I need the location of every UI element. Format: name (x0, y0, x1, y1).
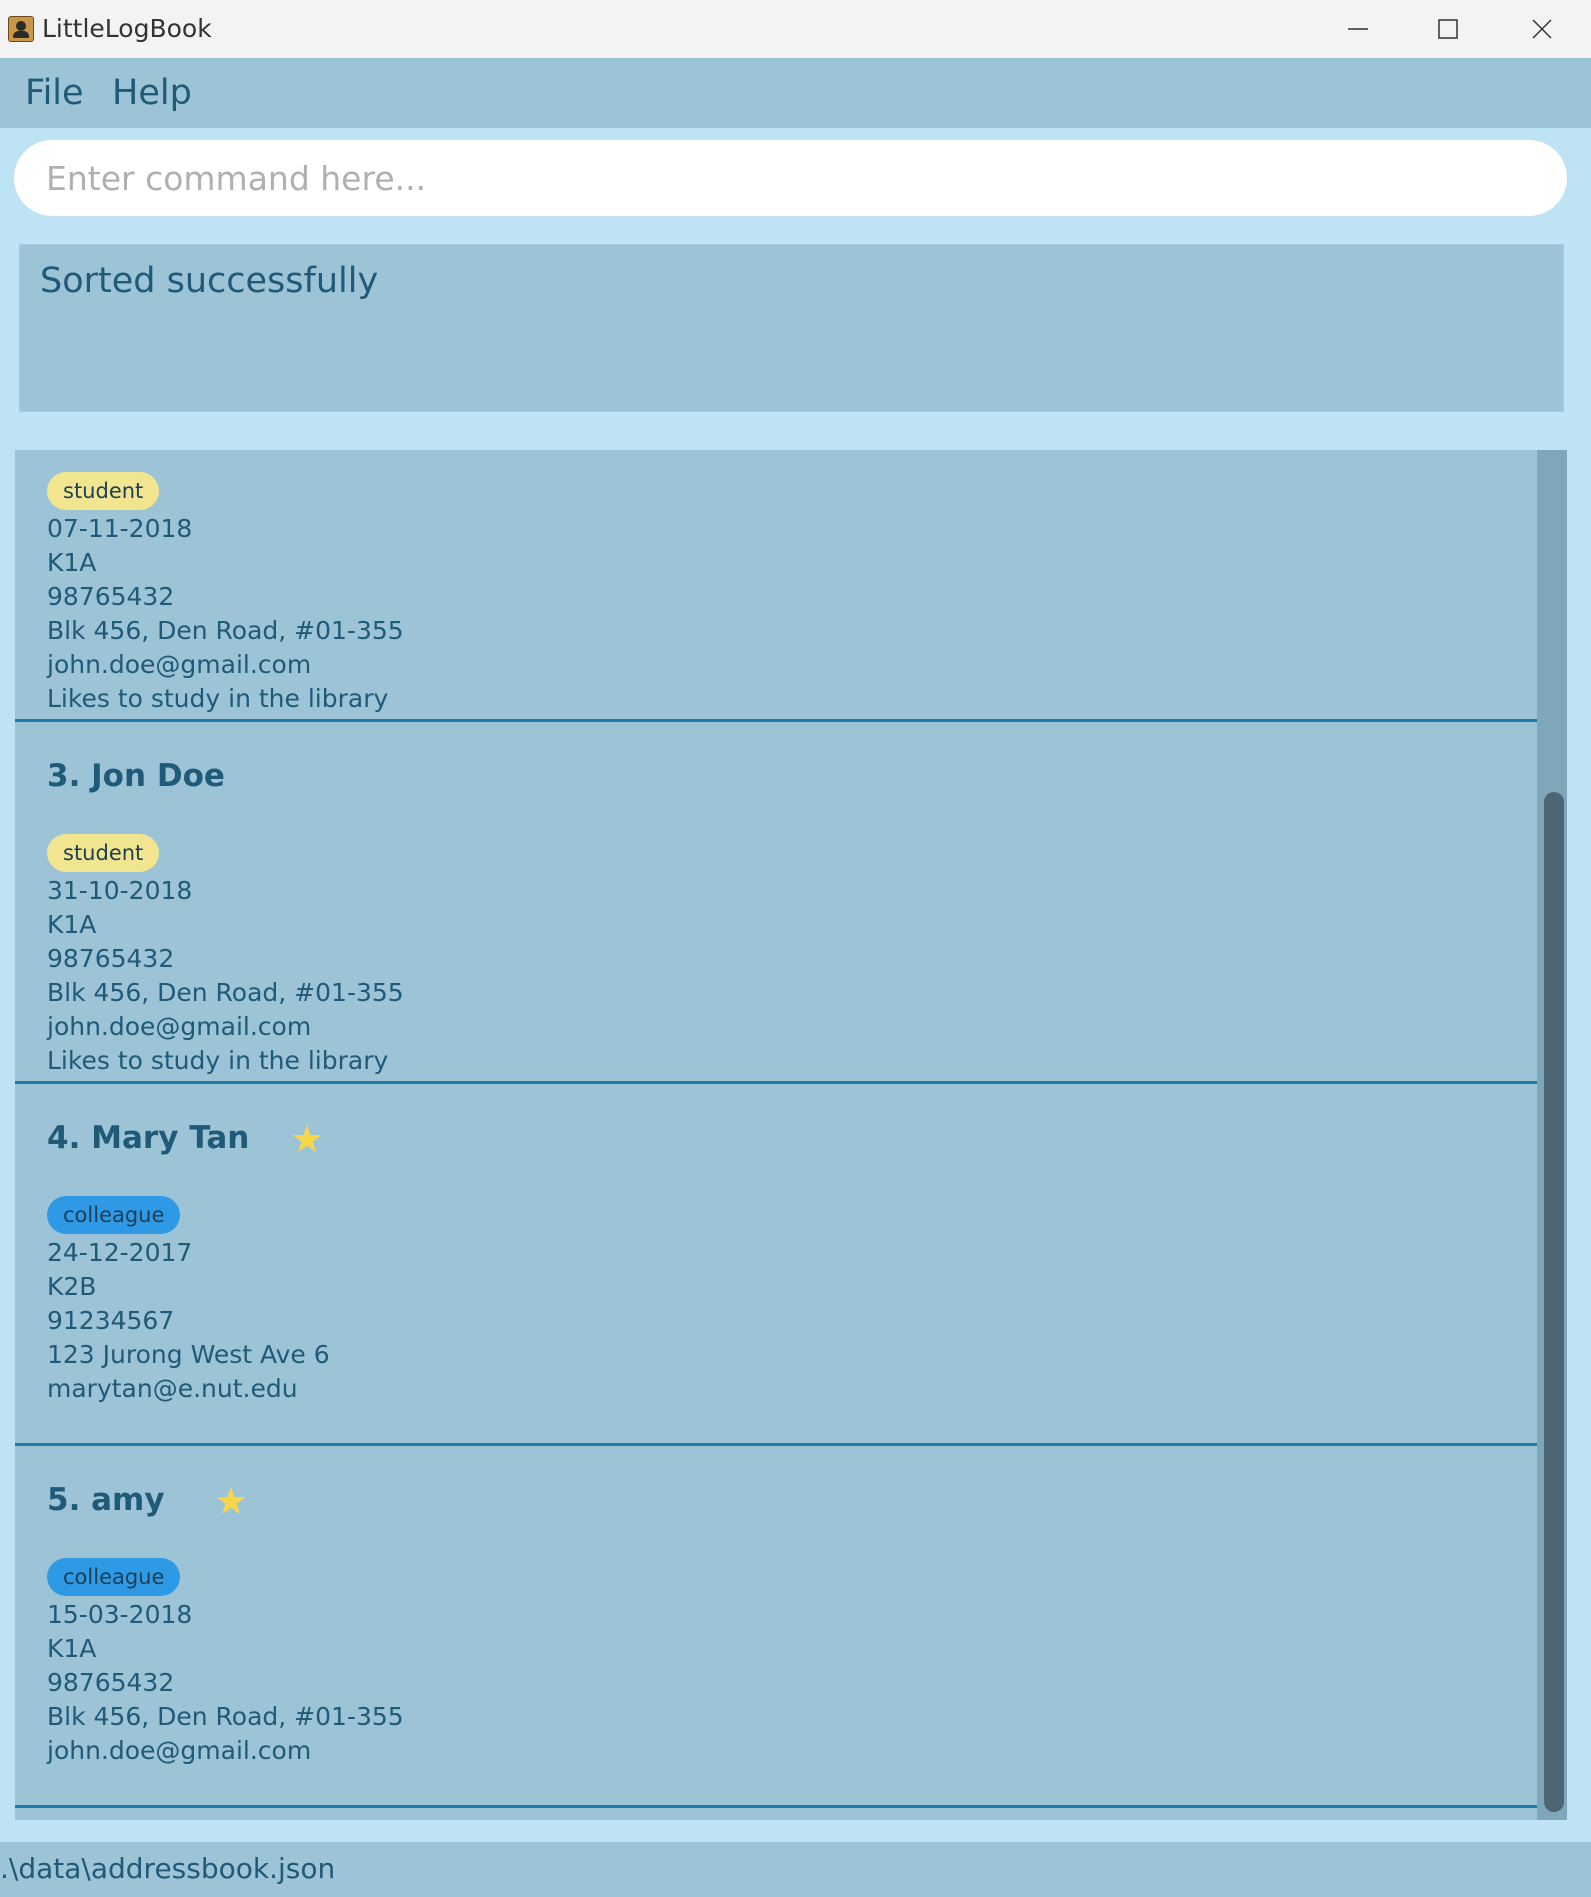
minimize-button[interactable] (1313, 0, 1403, 58)
person-email: marytan@e.nut.edu (47, 1374, 298, 1403)
person-class: K1A (47, 1634, 97, 1663)
status-bar: .\data\addressbook.json (0, 1842, 1591, 1897)
tag-badge: student (47, 472, 160, 510)
tag-badge: student (47, 834, 160, 872)
person-list[interactable]: student 07-11-2018 K1A 98765432 Blk 456,… (15, 450, 1567, 1820)
maximize-icon (1438, 19, 1458, 39)
person-date: 15-03-2018 (47, 1600, 193, 1629)
person-remark: Likes to study in the library (47, 1046, 389, 1075)
person-name: 3. Jon Doe (47, 758, 225, 794)
person-date: 31-10-2018 (47, 876, 193, 905)
close-button[interactable] (1497, 0, 1587, 58)
person-card[interactable]: 3. Jon Doe student 31-10-2018 K1A 987654… (15, 722, 1537, 1084)
app-window: LittleLogBook File Help Sorted successfu… (0, 0, 1591, 1897)
person-name: 5. amy (47, 1482, 165, 1518)
menu-file[interactable]: File (25, 73, 84, 113)
person-phone: 91234567 (47, 1306, 175, 1335)
tag-badge: colleague (47, 1196, 181, 1234)
person-card[interactable]: 4. Mary Tan ★ colleague 24-12-2017 K2B 9… (15, 1084, 1537, 1446)
title-bar: LittleLogBook (0, 0, 1591, 59)
star-icon: ★ (214, 1479, 249, 1523)
person-phone: 98765432 (47, 582, 175, 611)
person-email: john.doe@gmail.com (47, 650, 312, 679)
person-address: Blk 456, Den Road, #01-355 (47, 978, 404, 1007)
close-icon (1532, 19, 1552, 39)
person-class: K1A (47, 910, 97, 939)
person-address: 123 Jurong West Ave 6 (47, 1340, 330, 1369)
person-address: Blk 456, Den Road, #01-355 (47, 1702, 404, 1731)
tag-badge: colleague (47, 1558, 181, 1596)
person-email: john.doe@gmail.com (47, 1736, 312, 1765)
person-address: Blk 456, Den Road, #01-355 (47, 616, 404, 645)
person-date: 24-12-2017 (47, 1238, 193, 1267)
command-input[interactable] (14, 140, 1567, 216)
person-card[interactable]: 5. amy ★ colleague 15-03-2018 K1A 987654… (15, 1446, 1537, 1808)
result-message: Sorted successfully (40, 261, 379, 301)
maximize-button[interactable] (1403, 0, 1493, 58)
menu-help[interactable]: Help (112, 73, 192, 113)
result-display: Sorted successfully (19, 244, 1564, 412)
window-title: LittleLogBook (42, 14, 212, 43)
star-icon: ★ (290, 1117, 325, 1161)
person-date: 07-11-2018 (47, 514, 193, 543)
person-class: K2B (47, 1272, 97, 1301)
person-phone: 98765432 (47, 1668, 175, 1697)
person-phone: 98765432 (47, 944, 175, 973)
person-class: K1A (47, 548, 97, 577)
person-email: john.doe@gmail.com (47, 1012, 312, 1041)
menu-bar: File Help (0, 58, 1591, 128)
person-remark: Likes to study in the library (47, 684, 389, 713)
save-file-path: .\data\addressbook.json (0, 1852, 336, 1885)
address-book-icon (8, 16, 34, 42)
minimize-icon (1348, 28, 1368, 30)
scrollbar-thumb[interactable] (1544, 792, 1564, 1812)
person-name: 4. Mary Tan (47, 1120, 250, 1156)
person-card[interactable]: student 07-11-2018 K1A 98765432 Blk 456,… (15, 450, 1537, 722)
